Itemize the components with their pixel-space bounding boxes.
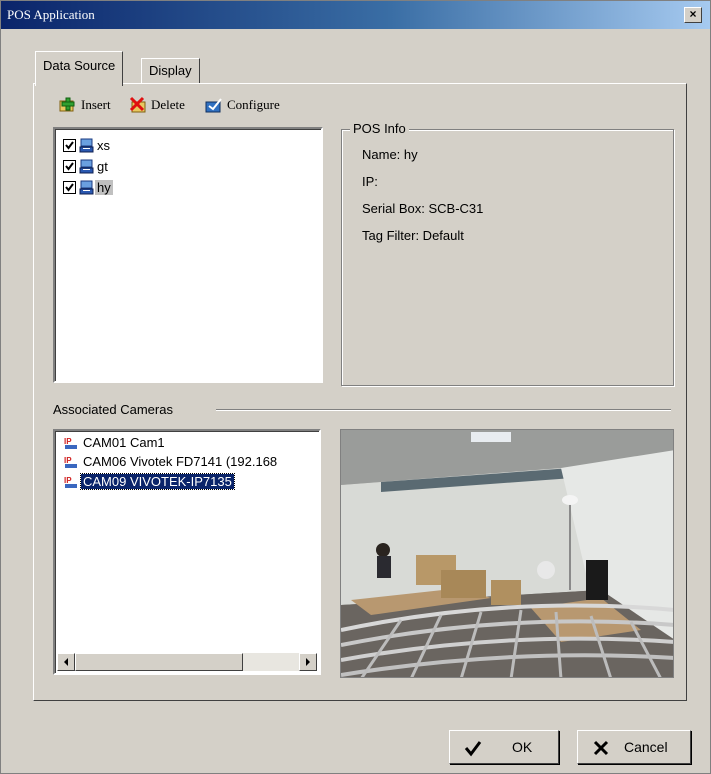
camera-preview [340, 429, 674, 678]
window-title: POS Application [7, 7, 95, 22]
camera-item-label: CAM09 VIVOTEK-IP7135 [80, 473, 235, 490]
pos-info-name: Name: hy [362, 147, 418, 162]
checkmark-icon [464, 741, 482, 757]
title-bar[interactable]: POS Application × [1, 1, 710, 29]
configure-label: Configure [227, 97, 280, 112]
arrow-right-icon [306, 658, 310, 666]
pos-item-label: gt [97, 159, 108, 174]
camera-feed-image [341, 430, 673, 677]
camera-item-label: CAM01 Cam1 [83, 435, 165, 450]
pos-info-ip: IP: [362, 174, 378, 189]
delete-icon [129, 96, 146, 113]
x-icon [593, 740, 609, 756]
ok-label: OK [512, 739, 533, 755]
scrollbar-thumb[interactable] [75, 653, 243, 671]
pos-checkbox[interactable] [63, 139, 76, 152]
insert-label: Insert [81, 97, 111, 112]
pos-item-label: xs [97, 138, 110, 153]
svg-text:IP: IP [64, 437, 72, 446]
tab-data-source[interactable]: Data Source [35, 51, 124, 86]
checkmark-icon [65, 162, 74, 171]
delete-label: Delete [151, 97, 185, 112]
horizontal-scrollbar[interactable] [57, 653, 317, 671]
insert-button[interactable]: Insert [59, 95, 121, 115]
pos-info-tag-filter: Tag Filter: Default [362, 228, 464, 243]
pos-info-group: POS Info Name: hy IP: Serial Box: SCB-C3… [341, 121, 674, 386]
cancel-button[interactable]: Cancel [577, 730, 691, 764]
pos-info-legend: POS Info [350, 121, 409, 136]
ip-camera-icon: IP [64, 437, 77, 449]
scroll-right-button[interactable] [299, 653, 317, 671]
ip-camera-icon: IP [64, 456, 77, 468]
pos-terminal-icon [79, 138, 94, 153]
arrow-left-icon [64, 658, 68, 666]
svg-text:IP: IP [64, 476, 72, 485]
checkmark-icon [65, 141, 74, 150]
close-button[interactable]: × [684, 7, 702, 23]
scroll-left-button[interactable] [57, 653, 75, 671]
configure-button[interactable]: Configure [205, 95, 295, 115]
pos-terminal-icon [79, 159, 94, 174]
ok-button[interactable]: OK [449, 730, 559, 764]
camera-item-label: CAM06 Vivotek FD7141 (192.168 [83, 454, 278, 469]
associated-cameras-label: Associated Cameras [53, 402, 179, 417]
insert-icon [59, 97, 75, 112]
tab-display[interactable]: Display [141, 58, 200, 83]
pos-info-serial-box: Serial Box: SCB-C31 [362, 201, 484, 216]
ip-camera-icon: IP [64, 476, 77, 488]
pos-checkbox[interactable] [63, 160, 76, 173]
camera-list[interactable]: IP CAM01 Cam1 IP CAM06 Vivotek FD7141 (1… [53, 429, 321, 675]
pos-terminal-icon [79, 180, 94, 195]
associated-cameras-divider [216, 409, 671, 411]
pos-item-label: hy [95, 180, 113, 195]
pos-checkbox[interactable] [63, 181, 76, 194]
configure-icon [205, 98, 222, 113]
svg-text:IP: IP [64, 456, 72, 465]
pos-application-window: POS Application × Data Source Display In… [0, 0, 711, 774]
pos-device-list[interactable]: xs gt hy [53, 127, 323, 383]
cancel-label: Cancel [624, 739, 668, 755]
checkmark-icon [65, 183, 74, 192]
delete-button[interactable]: Delete [129, 95, 193, 115]
